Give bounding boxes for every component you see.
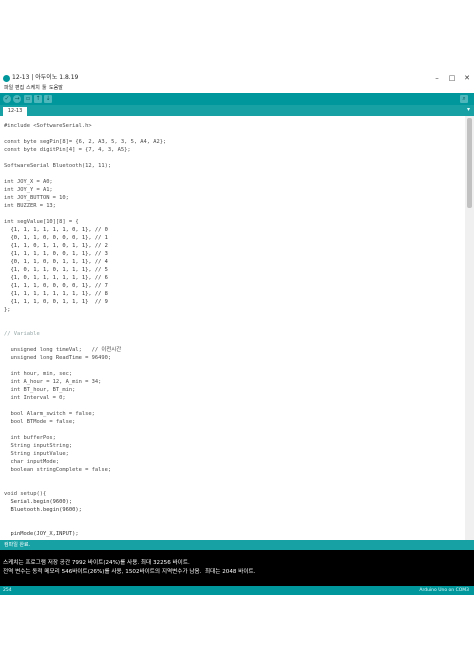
scrollbar-thumb[interactable] bbox=[467, 118, 472, 208]
board-port: Arduino Uno on COM3 bbox=[419, 588, 469, 593]
window-title: 12-13 | 아두이노 1.8.19 bbox=[12, 74, 79, 81]
code-line: void setup(){ bbox=[4, 491, 47, 497]
code-line: {1, 1, 1, 0, 0, 1, 1, 1} // 9 bbox=[4, 299, 108, 305]
maximize-button[interactable]: □ bbox=[445, 72, 459, 84]
code-line: int bufferPos; bbox=[4, 435, 56, 441]
code-line: #include <SoftwareSerial.h> bbox=[4, 123, 92, 129]
code-line: int JOY_Y = A1; bbox=[4, 187, 53, 193]
code-line: {1, 1, 0, 1, 1, 0, 1, 1}, // 2 bbox=[4, 243, 108, 249]
code-line: String inputValue; bbox=[4, 451, 69, 457]
code-line: }; bbox=[4, 307, 11, 313]
tab-bar: 12-13 ▾ bbox=[0, 105, 474, 116]
menu-sketch[interactable]: 스케치 bbox=[26, 84, 40, 93]
code-line: int BT_hour, BT_min; bbox=[4, 387, 76, 393]
code-line: int JOY_BUTTON = 10; bbox=[4, 195, 69, 201]
console-line: 전역 변수는 동적 메모리 546바이트(26%)를 사용, 1502바이트의 … bbox=[3, 569, 256, 575]
code-line: {1, 0, 1, 1, 0, 1, 1, 1}, // 5 bbox=[4, 267, 108, 273]
code-line: String inputString; bbox=[4, 443, 73, 449]
console-output: 스케치는 프로그램 저장 공간 7992 바이트(24%)를 사용. 최대 32… bbox=[0, 550, 474, 586]
code-line: {1, 1, 1, 0, 0, 0, 0, 1}, // 7 bbox=[4, 283, 108, 289]
code-line: int segValue[10][8] = { bbox=[4, 219, 79, 225]
status-message: 컴파일 완료. bbox=[4, 542, 31, 548]
code-line: const byte digitPin[4] = {7, 4, 3, A5}; bbox=[4, 147, 131, 153]
code-line: int Interval = 0; bbox=[4, 395, 66, 401]
code-line: Bluetooth.begin(9600); bbox=[4, 507, 82, 513]
line-number: 254 bbox=[3, 588, 12, 593]
menu-help[interactable]: 도움말 bbox=[49, 84, 63, 93]
upload-button[interactable]: → bbox=[13, 95, 21, 103]
menu-edit[interactable]: 편집 bbox=[15, 84, 24, 93]
code-line: {0, 1, 1, 0, 0, 1, 1, 1}, // 4 bbox=[4, 259, 108, 265]
code-line: {1, 0, 1, 1, 1, 1, 1, 1}, // 6 bbox=[4, 275, 108, 281]
code-line: pinMode(JOY_X,INPUT); bbox=[4, 531, 79, 537]
footer-bar: 254 Arduino Uno on COM3 bbox=[0, 586, 474, 595]
code-line: unsigned long ReadTime = 96490; bbox=[4, 355, 112, 361]
code-line: const byte segPin[8]= {6, 2, A3, 5, 3, 5… bbox=[4, 139, 167, 145]
menu-tools[interactable]: 툴 bbox=[42, 84, 47, 93]
save-button[interactable]: ↓ bbox=[44, 95, 52, 103]
vertical-scrollbar[interactable] bbox=[465, 116, 474, 540]
code-line: {1, 1, 1, 1, 0, 0, 1, 1}, // 3 bbox=[4, 251, 108, 257]
menu-bar: 파일 편집 스케치 툴 도움말 bbox=[0, 84, 474, 93]
verify-button[interactable]: ✓ bbox=[3, 95, 11, 103]
arrow-right-icon: → bbox=[14, 95, 20, 102]
new-button[interactable]: ▫ bbox=[24, 95, 32, 103]
code-line: boolean stringComplete = false; bbox=[4, 467, 112, 473]
arduino-app-icon bbox=[3, 75, 10, 82]
tab-menu-icon[interactable]: ▾ bbox=[467, 106, 470, 113]
arduino-ide-window: 12-13 | 아두이노 1.8.19 – □ ✕ 파일 편집 스케치 툴 도움… bbox=[0, 72, 474, 595]
code-line: {1, 1, 1, 1, 1, 1, 1, 1}, // 8 bbox=[4, 291, 108, 297]
open-icon: ↑ bbox=[35, 95, 41, 102]
code-line: unsigned long timeVal; // 이전시간 bbox=[4, 347, 122, 353]
code-line: SoftwareSerial Bluetooth(12, 11); bbox=[4, 163, 112, 169]
code-line: char inputMode; bbox=[4, 459, 60, 465]
code-line: int JOY_X = A0; bbox=[4, 179, 53, 185]
code-line: bool Alarm_switch = false; bbox=[4, 411, 95, 417]
tab-12-13[interactable]: 12-13 bbox=[3, 107, 27, 116]
magnifier-icon: ⌕ bbox=[462, 95, 466, 102]
close-button[interactable]: ✕ bbox=[460, 72, 474, 84]
menu-file[interactable]: 파일 bbox=[4, 84, 13, 93]
check-icon: ✓ bbox=[4, 95, 10, 102]
new-file-icon: ▫ bbox=[25, 95, 31, 102]
minimize-button[interactable]: – bbox=[430, 72, 444, 84]
save-icon: ↓ bbox=[45, 95, 51, 102]
code-line: int hour, min, sec; bbox=[4, 371, 73, 377]
code-line: // Variable bbox=[4, 331, 40, 337]
code-line: bool BTMode = false; bbox=[4, 419, 76, 425]
code-line: int BUZZER = 13; bbox=[4, 203, 56, 209]
toolbar: ✓ → ▫ ↑ ↓ ⌕ bbox=[0, 93, 474, 105]
code-line: Serial.begin(9600); bbox=[4, 499, 73, 505]
status-bar: 컴파일 완료. bbox=[0, 540, 474, 550]
code-editor[interactable]: #include <SoftwareSerial.h> const byte se… bbox=[0, 116, 465, 540]
code-line: {1, 1, 1, 1, 1, 1, 0, 1}, // 0 bbox=[4, 227, 108, 233]
code-line: {0, 1, 1, 0, 0, 0, 0, 1}, // 1 bbox=[4, 235, 108, 241]
serial-monitor-button[interactable]: ⌕ bbox=[460, 95, 468, 103]
console-line: 스케치는 프로그램 저장 공간 7992 바이트(24%)를 사용. 최대 32… bbox=[3, 560, 190, 566]
code-line: int A_hour = 12, A_min = 34; bbox=[4, 379, 102, 385]
open-button[interactable]: ↑ bbox=[34, 95, 42, 103]
